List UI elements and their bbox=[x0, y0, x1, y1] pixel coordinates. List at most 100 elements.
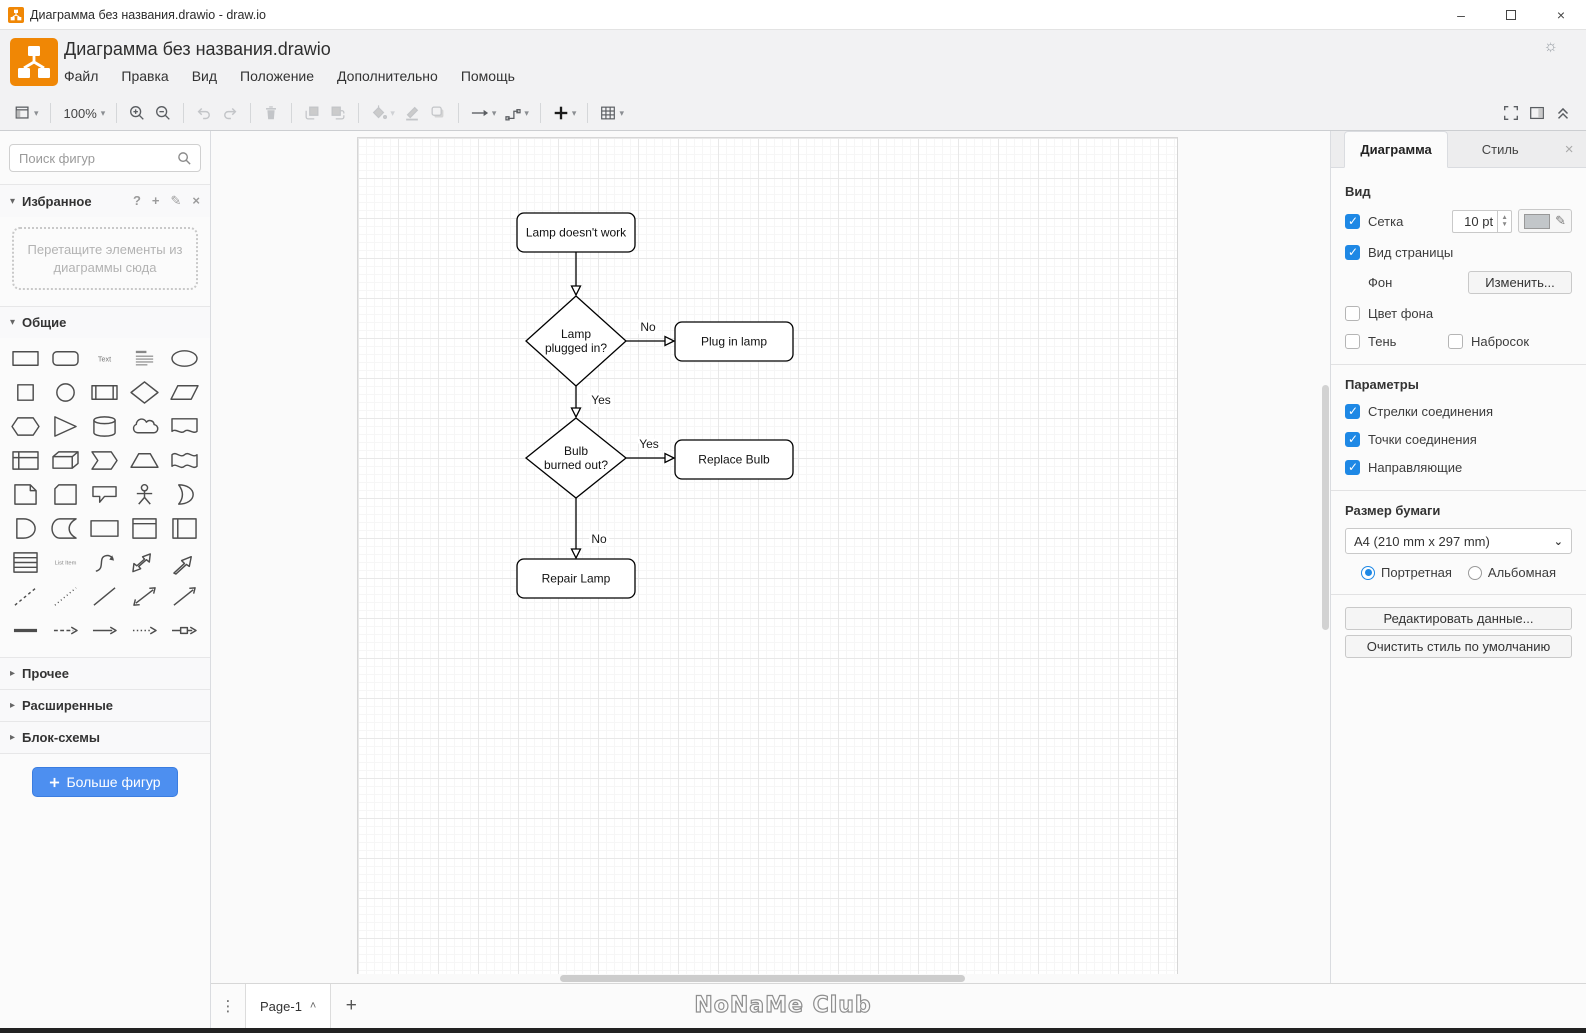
delete-button[interactable] bbox=[258, 101, 284, 125]
menu-5[interactable]: Помощь bbox=[461, 68, 515, 84]
theme-toggle-icon[interactable]: ☼ bbox=[1543, 38, 1558, 56]
zoom-out-button[interactable] bbox=[150, 101, 176, 125]
shape-callout[interactable] bbox=[85, 478, 125, 511]
maximize-button[interactable] bbox=[1486, 0, 1536, 29]
shape-note[interactable] bbox=[6, 478, 46, 511]
menu-4[interactable]: Дополнительно bbox=[337, 68, 438, 84]
shadow-button[interactable] bbox=[425, 101, 451, 125]
node-replace-bulb[interactable]: Replace Bulb bbox=[674, 439, 794, 480]
option-checkbox-0[interactable] bbox=[1345, 403, 1360, 419]
page-view-checkbox[interactable] bbox=[1345, 244, 1360, 260]
shape-document[interactable] bbox=[164, 410, 204, 443]
tab-style[interactable]: Стиль bbox=[1448, 131, 1552, 167]
node-repair-lamp[interactable]: Repair Lamp bbox=[516, 558, 636, 599]
more-shapes-button[interactable]: Больше фигур bbox=[32, 767, 178, 798]
shape-circle[interactable] bbox=[46, 376, 86, 409]
shape-arrow[interactable] bbox=[164, 546, 204, 579]
collapse-toolbar-button[interactable] bbox=[1550, 101, 1576, 125]
pages-menu-icon[interactable]: ⋮ bbox=[211, 984, 245, 1028]
shape-bidirectional-arrow[interactable] bbox=[125, 546, 165, 579]
menu-2[interactable]: Вид bbox=[192, 68, 217, 84]
minimize-button[interactable]: – bbox=[1436, 0, 1486, 29]
shape-rounded-rectangle[interactable] bbox=[46, 342, 86, 375]
option-checkbox-1[interactable] bbox=[1345, 431, 1360, 447]
to-back-button[interactable] bbox=[325, 101, 351, 125]
add-icon[interactable]: + bbox=[152, 193, 160, 209]
grid-size-stepper[interactable]: ▲ ▼ bbox=[1498, 209, 1513, 233]
shape-and[interactable] bbox=[6, 512, 46, 545]
shape-tape[interactable] bbox=[164, 444, 204, 477]
shape-dotted-edge[interactable] bbox=[125, 614, 165, 647]
shape-internal-storage[interactable] bbox=[6, 444, 46, 477]
undo-button[interactable] bbox=[191, 101, 217, 125]
shape-link-edge[interactable] bbox=[164, 614, 204, 647]
shape-square[interactable] bbox=[6, 376, 46, 409]
redo-button[interactable] bbox=[217, 101, 243, 125]
change-background-button[interactable]: Изменить... bbox=[1468, 271, 1572, 294]
waypoint-style-button[interactable]: ▾ bbox=[500, 101, 533, 125]
shape-dotted-line[interactable] bbox=[46, 580, 86, 613]
shape-ellipse[interactable] bbox=[164, 342, 204, 375]
help-icon[interactable]: ? bbox=[133, 193, 141, 209]
shape-list-item[interactable]: List Item bbox=[46, 546, 86, 579]
close-button[interactable]: × bbox=[1536, 0, 1586, 29]
add-page-button[interactable]: + bbox=[331, 984, 371, 1028]
close-icon[interactable]: × bbox=[1552, 131, 1586, 167]
shape-or[interactable] bbox=[164, 478, 204, 511]
section-flowcharts-header[interactable]: ▸ Блок-схемы bbox=[0, 722, 210, 754]
shape-process[interactable] bbox=[85, 376, 125, 409]
shape-actor[interactable] bbox=[125, 478, 165, 511]
shape-solid-edge[interactable] bbox=[85, 614, 125, 647]
shape-hexagon[interactable] bbox=[6, 410, 46, 443]
node-bulb-burned-out[interactable]: Bulbburned out? bbox=[524, 417, 628, 499]
insert-button[interactable]: ▾ bbox=[548, 101, 581, 125]
shape-rectangle[interactable] bbox=[6, 342, 46, 375]
menu-1[interactable]: Правка bbox=[121, 68, 168, 84]
search-input[interactable] bbox=[9, 144, 201, 172]
node-lamp-doesnt-work[interactable]: Lamp doesn't work bbox=[516, 212, 636, 253]
line-color-button[interactable] bbox=[399, 101, 425, 125]
zoom-in-button[interactable] bbox=[124, 101, 150, 125]
shape-directional-connector[interactable] bbox=[164, 580, 204, 613]
node-plug-in-lamp[interactable]: Plug in lamp bbox=[674, 321, 794, 362]
grid-checkbox[interactable] bbox=[1345, 213, 1360, 229]
bg-color-checkbox[interactable] bbox=[1345, 305, 1360, 321]
shape-cloud[interactable] bbox=[125, 410, 165, 443]
grid-color-button[interactable]: ✎ bbox=[1518, 209, 1572, 233]
shape-list[interactable] bbox=[6, 546, 46, 579]
shape-data-storage[interactable] bbox=[46, 512, 86, 545]
shape-trapezoid[interactable] bbox=[125, 444, 165, 477]
drawing-canvas[interactable]: No Yes Yes No Lamp doesn't work Lamp plugged i… bbox=[211, 131, 1330, 983]
shape-triangle[interactable] bbox=[46, 410, 86, 443]
table-button[interactable]: ▾ bbox=[595, 101, 628, 125]
section-advanced-header[interactable]: ▸ Расширенные bbox=[0, 690, 210, 722]
shape-curve[interactable] bbox=[85, 546, 125, 579]
portrait-radio[interactable]: Портретная bbox=[1361, 565, 1452, 580]
canvas-horizontal-scrollbar[interactable] bbox=[211, 974, 1330, 983]
flowchart[interactable]: No Yes Yes No Lamp doesn't work Lampplugged i… bbox=[211, 131, 1330, 974]
to-front-button[interactable] bbox=[299, 101, 325, 125]
shape-container[interactable] bbox=[85, 512, 125, 545]
section-general-header[interactable]: ▾ Общие bbox=[0, 307, 210, 339]
edit-data-button[interactable]: Редактировать данные... bbox=[1345, 607, 1572, 630]
clear-default-style-button[interactable]: Очистить стиль по умолчанию bbox=[1345, 635, 1572, 658]
shape-thick-line[interactable] bbox=[6, 614, 46, 647]
canvas-vertical-scrollbar[interactable] bbox=[1321, 131, 1330, 974]
shape-cube[interactable] bbox=[46, 444, 86, 477]
page-tab[interactable]: Page-1 ˄ bbox=[245, 984, 332, 1028]
view-outline-button[interactable]: ▾ bbox=[10, 101, 43, 125]
shape-horizontal-container[interactable] bbox=[164, 512, 204, 545]
shadow-checkbox[interactable] bbox=[1345, 333, 1360, 349]
shape-line[interactable] bbox=[85, 580, 125, 613]
shape-text[interactable]: Text bbox=[85, 342, 125, 375]
shape-step[interactable] bbox=[85, 444, 125, 477]
favorites-drop-area[interactable]: Перетащите элементы из диаграммы сюда bbox=[12, 227, 198, 291]
shape-parallelogram[interactable] bbox=[164, 376, 204, 409]
shape-cylinder[interactable] bbox=[85, 410, 125, 443]
paper-size-select[interactable]: A4 (210 mm x 297 mm) ⌄ bbox=[1345, 528, 1572, 554]
zoom-level-dropdown[interactable]: 100% ▾ bbox=[58, 103, 110, 124]
fill-color-button[interactable]: ▾ bbox=[366, 101, 399, 125]
fullscreen-button[interactable] bbox=[1498, 101, 1524, 125]
node-lamp-plugged-in[interactable]: Lampplugged in? bbox=[525, 295, 627, 387]
connection-style-button[interactable]: ▾ bbox=[466, 101, 501, 125]
